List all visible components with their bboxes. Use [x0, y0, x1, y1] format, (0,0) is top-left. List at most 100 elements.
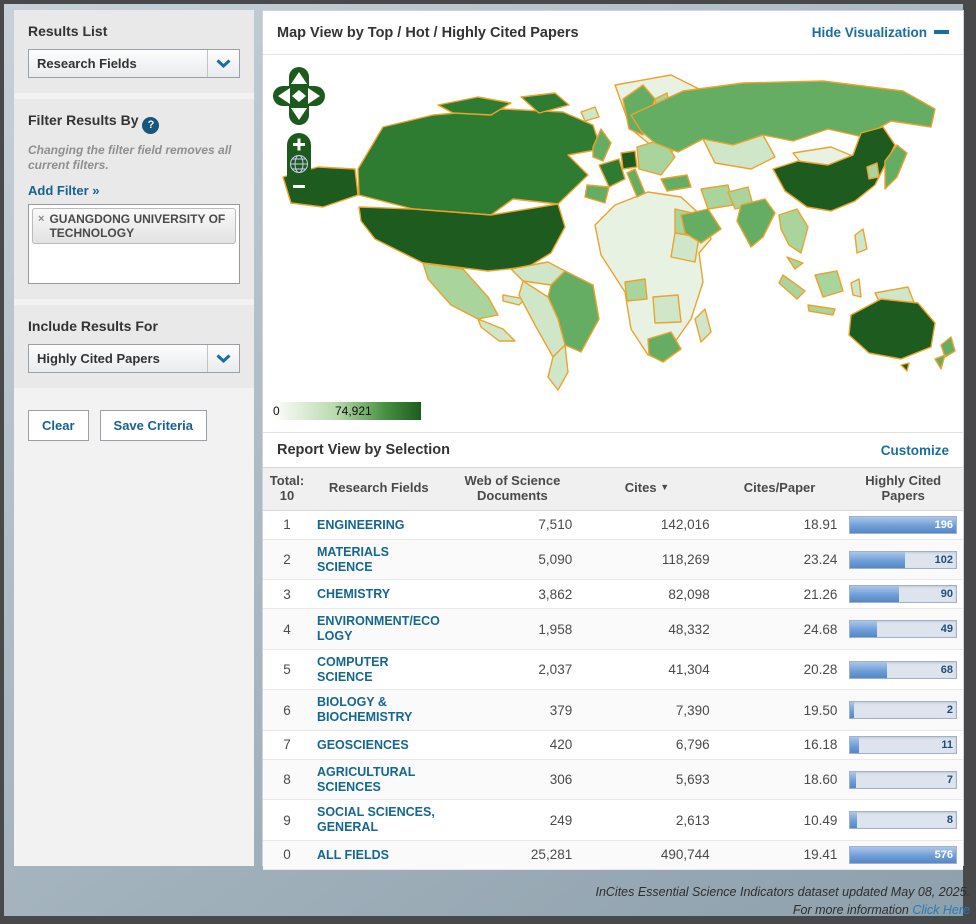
table-row: 8 AGRICULTURAL SCIENCES 306 5,693 18.60 …: [263, 759, 963, 800]
documents-cell: 249: [447, 800, 579, 841]
hcp-bar-fill: [850, 702, 853, 718]
column-header-highly-cited-papers[interactable]: Highly Cited Papers: [843, 468, 963, 511]
highly-cited-papers-cell: 196: [843, 510, 963, 539]
field-cell: CHEMISTRY: [311, 580, 447, 609]
customize-link[interactable]: Customize: [881, 443, 949, 458]
results-list-select[interactable]: Research Fields: [28, 49, 240, 78]
map-view-header: Map View by Top / Hot / Highly Cited Pap…: [263, 11, 963, 55]
cites-per-paper-cell: 16.18: [716, 730, 844, 759]
hcp-bar-fill: [850, 662, 887, 678]
cites-cell: 490,744: [578, 840, 715, 869]
filter-tag: × GUANGDONG UNIVERSITY OF TECHNOLOGY: [32, 208, 236, 245]
column-header-cites-sorted[interactable]: Cites ▼: [578, 468, 715, 511]
column-header-cites-per-paper[interactable]: Cites/Paper: [716, 468, 844, 511]
rank-cell: 8: [263, 759, 311, 800]
report-view-title: Report View by Selection: [277, 442, 450, 458]
hcp-bar-value: 576: [935, 849, 953, 861]
add-filter-link[interactable]: Add Filter »: [28, 183, 100, 198]
rank-cell: 6: [263, 690, 311, 731]
field-cell: ENGINEERING: [311, 510, 447, 539]
cites-per-paper-cell: 24.68: [716, 609, 844, 650]
research-field-link[interactable]: ALL FIELDS: [317, 848, 441, 863]
cites-per-paper-cell: 19.50: [716, 690, 844, 731]
highly-cited-papers-cell: 11: [843, 730, 963, 759]
highly-cited-papers-cell: 90: [843, 580, 963, 609]
research-field-link[interactable]: ENVIRONMENT/ECOLOGY: [317, 614, 441, 644]
documents-cell: 7,510: [447, 510, 579, 539]
research-field-link[interactable]: CHEMISTRY: [317, 587, 441, 602]
include-results-select[interactable]: Highly Cited Papers: [28, 344, 240, 373]
hcp-bar: 102: [849, 551, 957, 569]
research-field-link[interactable]: AGRICULTURAL SCIENCES: [317, 765, 441, 795]
rank-cell: 3: [263, 580, 311, 609]
field-cell: SOCIAL SCIENCES, GENERAL: [311, 800, 447, 841]
table-row: 4 ENVIRONMENT/ECOLOGY 1,958 48,332 24.68…: [263, 609, 963, 650]
chevron-down-icon: [207, 345, 239, 372]
highly-cited-papers-cell: 8: [843, 800, 963, 841]
documents-cell: 5,090: [447, 539, 579, 580]
map-color-legend: 0 74,921: [269, 402, 421, 420]
hcp-bar-value: 2: [947, 704, 953, 716]
rank-cell: 7: [263, 730, 311, 759]
map-pan-zoom-controls[interactable]: [271, 63, 327, 199]
hcp-bar: 7: [849, 771, 957, 789]
help-icon[interactable]: ?: [142, 117, 159, 134]
table-row: 3 CHEMISTRY 3,862 82,098 21.26 90: [263, 580, 963, 609]
research-field-link[interactable]: GEOSCIENCES: [317, 738, 441, 753]
filter-results-heading: Filter Results By?: [28, 112, 240, 134]
results-list-heading: Results List: [28, 23, 240, 39]
research-field-link[interactable]: BIOLOGY & BIOCHEMISTRY: [317, 695, 441, 725]
field-cell: BIOLOGY & BIOCHEMISTRY: [311, 690, 447, 731]
dataset-footer: InCites Essential Science Indicators dat…: [595, 883, 970, 921]
world-map[interactable]: [263, 57, 963, 392]
rank-cell: 1: [263, 510, 311, 539]
cites-per-paper-cell: 19.41: [716, 840, 844, 869]
hcp-bar-value: 90: [941, 588, 953, 600]
include-results-section: Include Results For Highly Cited Papers: [14, 305, 254, 388]
documents-cell: 306: [447, 759, 579, 800]
hcp-bar-fill: [850, 552, 905, 568]
hcp-bar: 49: [849, 620, 957, 638]
column-header-wos-documents[interactable]: Web of Science Documents: [447, 468, 579, 511]
cites-cell: 82,098: [578, 580, 715, 609]
research-field-link[interactable]: ENGINEERING: [317, 518, 441, 533]
legend-min-value: 0: [273, 404, 280, 418]
field-cell: AGRICULTURAL SCIENCES: [311, 759, 447, 800]
hcp-bar-value: 11: [941, 739, 953, 751]
hcp-bar: 576: [849, 846, 957, 864]
map-view-title: Map View by Top / Hot / Highly Cited Pap…: [277, 25, 579, 41]
hide-visualization-link[interactable]: Hide Visualization: [812, 25, 949, 40]
documents-cell: 1,958: [447, 609, 579, 650]
table-row: 0 ALL FIELDS 25,281 490,744 19.41 576: [263, 840, 963, 869]
filter-results-section: Filter Results By? Changing the filter f…: [14, 99, 254, 299]
filters-sidebar: Results List Research Fields Filter Resu…: [14, 10, 254, 866]
save-criteria-button[interactable]: Save Criteria: [100, 410, 208, 441]
documents-cell: 3,862: [447, 580, 579, 609]
hcp-bar-value: 102: [935, 554, 953, 566]
cites-per-paper-cell: 21.26: [716, 580, 844, 609]
report-table: Total: 10 Research Fields Web of Science…: [263, 467, 963, 870]
include-results-selected-value: Highly Cited Papers: [29, 345, 207, 372]
total-count-header: Total: 10: [263, 468, 311, 511]
cites-per-paper-cell: 23.24: [716, 539, 844, 580]
table-row: 9 SOCIAL SCIENCES, GENERAL 249 2,613 10.…: [263, 800, 963, 841]
rank-cell: 5: [263, 649, 311, 690]
rank-cell: 9: [263, 800, 311, 841]
research-field-link[interactable]: SOCIAL SCIENCES, GENERAL: [317, 805, 441, 835]
hcp-bar-value: 196: [935, 519, 953, 531]
minus-icon: [934, 30, 949, 34]
hcp-bar: 11: [849, 736, 957, 754]
research-field-link[interactable]: COMPUTER SCIENCE: [317, 655, 441, 685]
remove-filter-icon[interactable]: ×: [38, 212, 44, 226]
click-here-link[interactable]: Click Here: [912, 903, 970, 917]
column-header-research-fields[interactable]: Research Fields: [311, 468, 447, 511]
report-view-header: Report View by Selection Customize: [263, 432, 963, 467]
research-field-link[interactable]: MATERIALS SCIENCE: [317, 545, 441, 575]
cites-cell: 142,016: [578, 510, 715, 539]
field-cell: GEOSCIENCES: [311, 730, 447, 759]
cites-per-paper-cell: 18.91: [716, 510, 844, 539]
table-row: 5 COMPUTER SCIENCE 2,037 41,304 20.28 68: [263, 649, 963, 690]
clear-button[interactable]: Clear: [28, 410, 89, 441]
cites-per-paper-cell: 18.60: [716, 759, 844, 800]
highly-cited-papers-cell: 2: [843, 690, 963, 731]
